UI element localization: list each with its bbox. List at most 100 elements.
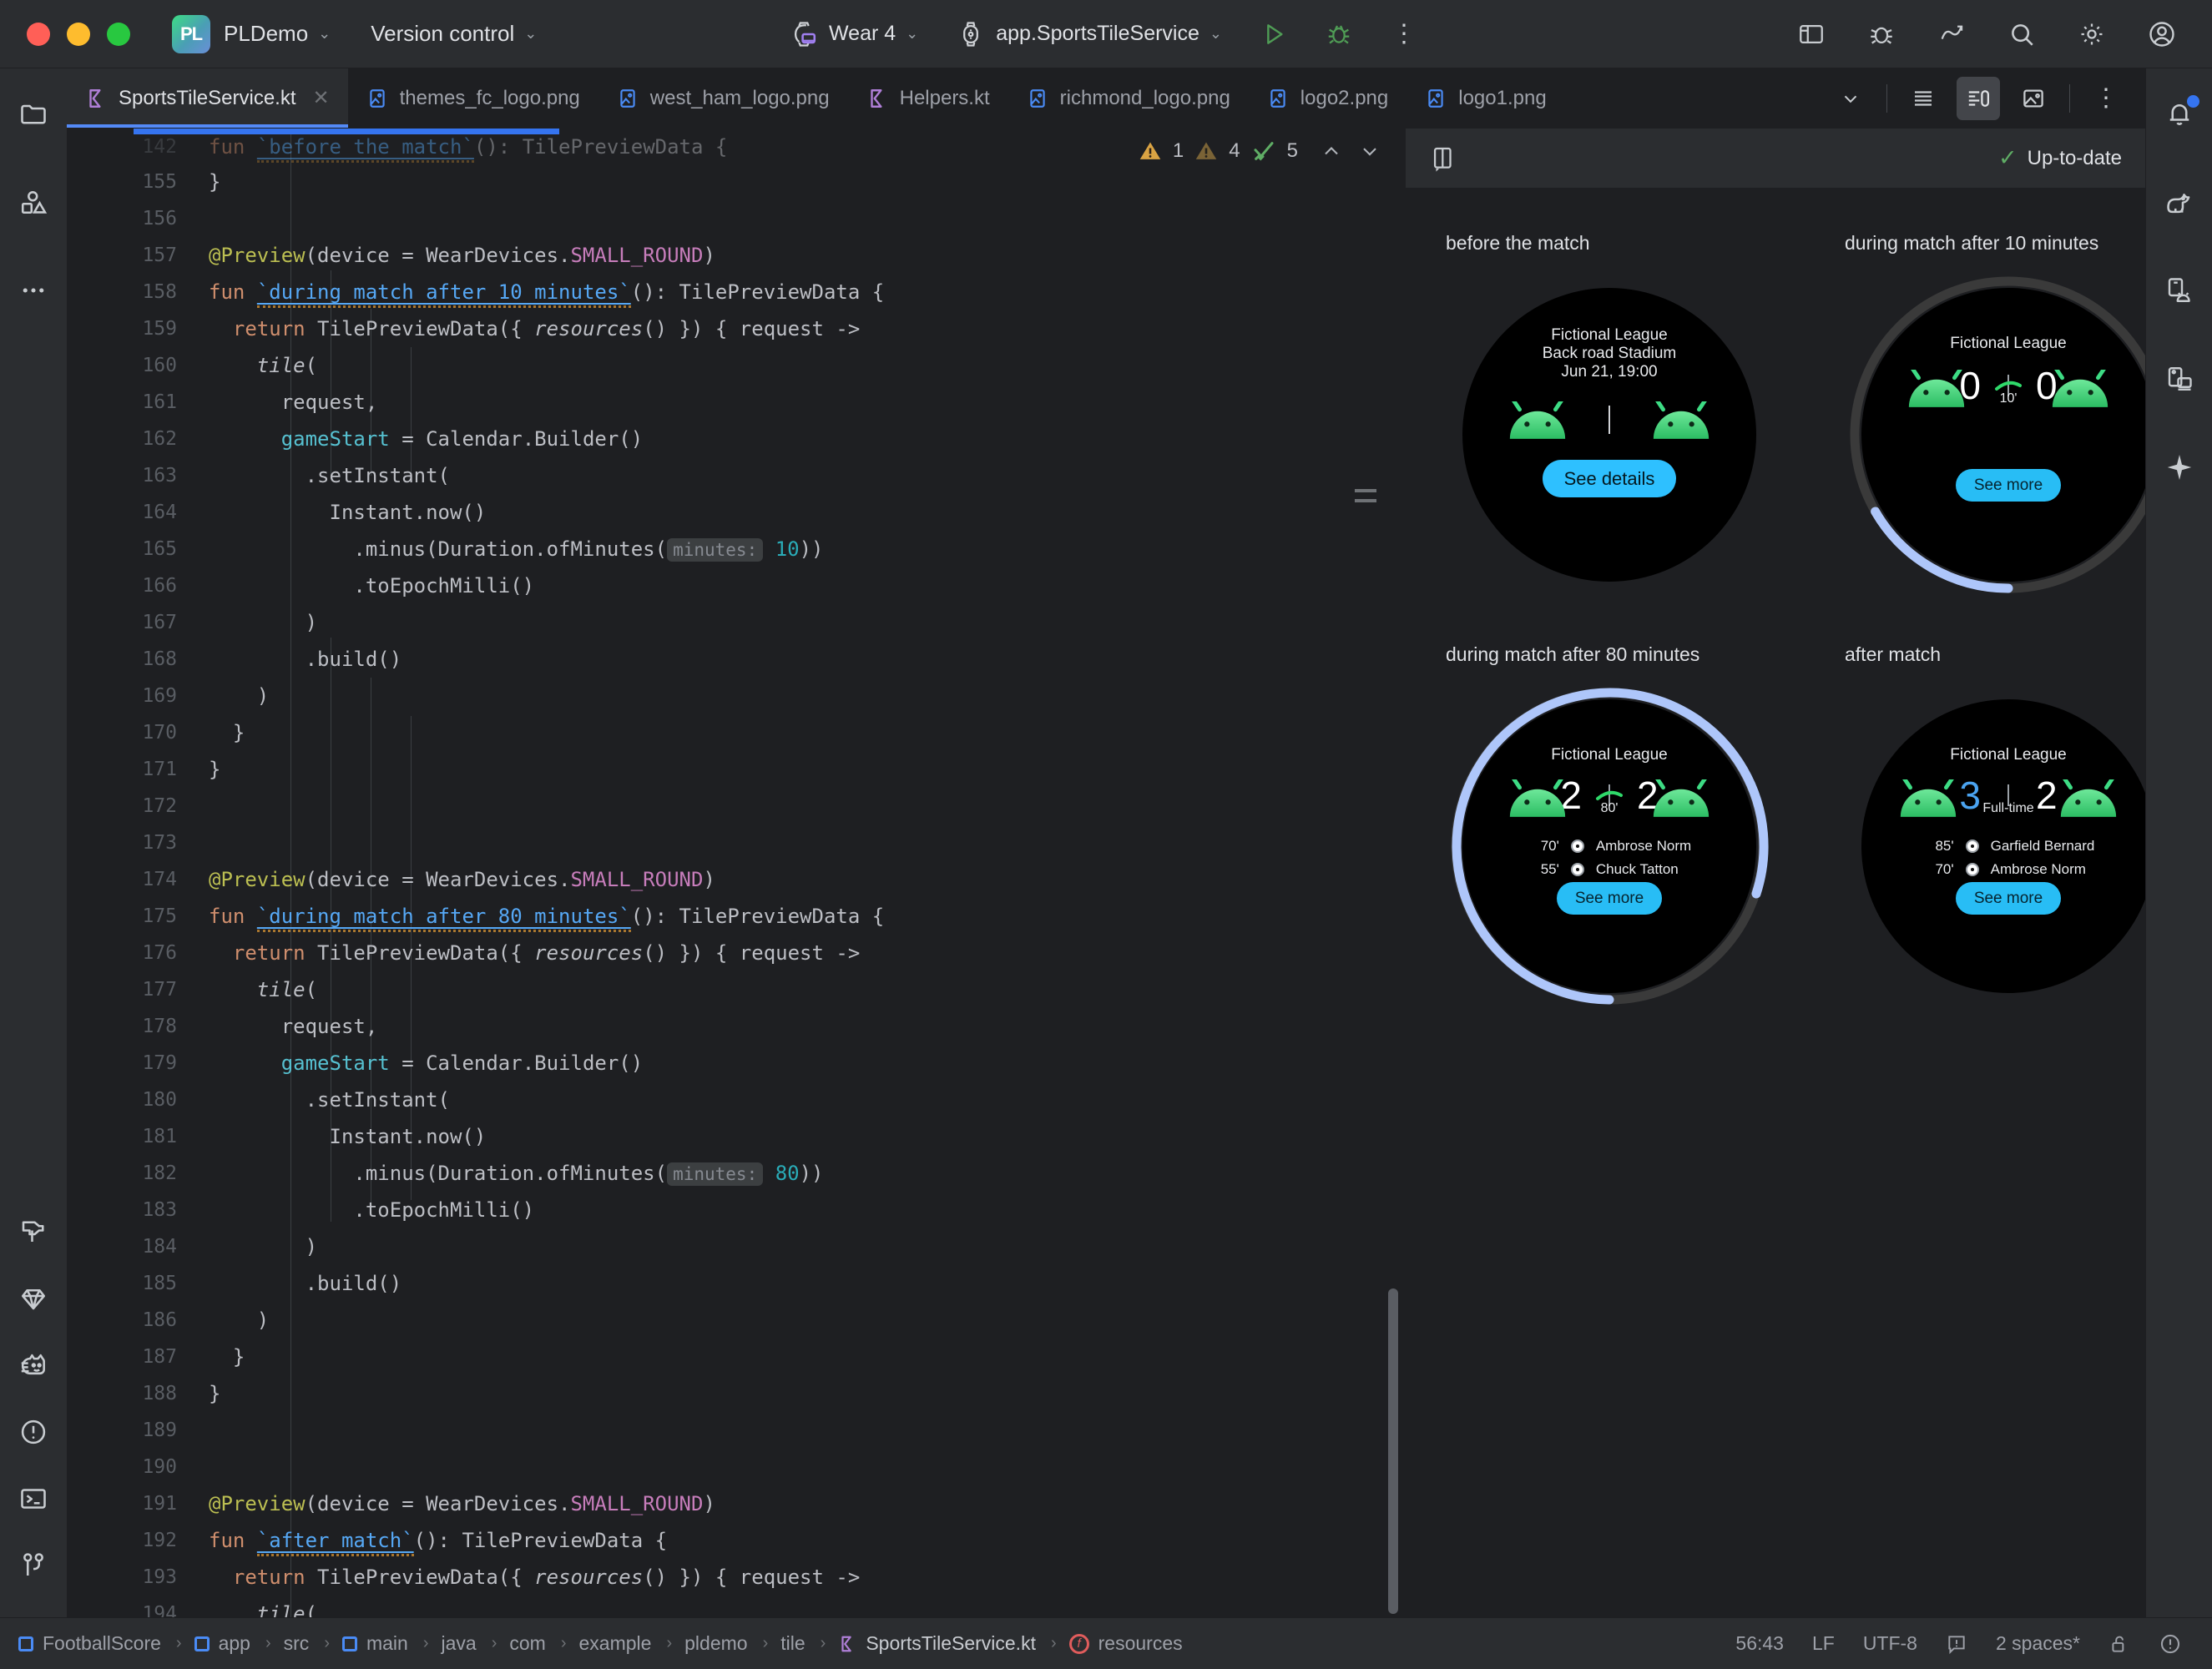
logcat-icon[interactable] — [1933, 16, 1970, 53]
code-line[interactable]: 194 tile( — [67, 1596, 1405, 1617]
gemini-icon[interactable] — [10, 1275, 57, 1322]
code-line[interactable]: 178 request, — [67, 1008, 1405, 1045]
code-text[interactable]: 142 fun `before the match`(): TilePreview… — [67, 129, 1405, 1617]
close-icon[interactable]: ✕ — [313, 86, 330, 110]
run-config-selector[interactable]: app.SportsTileService ⌄ — [957, 20, 1222, 48]
line-separator[interactable]: LF — [1812, 1632, 1835, 1655]
problems-icon[interactable] — [10, 1409, 57, 1455]
code-line[interactable]: 175 fun `during match after 80 minutes`()… — [67, 898, 1405, 935]
chevron-down-icon[interactable]: ⌄ — [906, 25, 918, 43]
breadcrumb-src[interactable]: src › — [284, 1632, 336, 1655]
run-icon[interactable] — [1255, 16, 1292, 53]
see-more-button[interactable]: See more — [1556, 882, 1663, 915]
minimize-window-button[interactable] — [67, 22, 90, 46]
code-line[interactable]: 193 return TilePreviewData({ resources()… — [67, 1559, 1405, 1596]
code-line[interactable]: 157 @Preview(device = WearDevices.SMALL_R… — [67, 237, 1405, 274]
version-control-icon[interactable] — [10, 1542, 57, 1589]
code-line[interactable]: 162 gameStart = Calendar.Builder() — [67, 421, 1405, 457]
code-editor[interactable]: 1 4 5 142 fun `before the match`(): Tile… — [67, 129, 1406, 1617]
tab-SportsTileService-kt[interactable]: SportsTileService.kt ✕ — [67, 68, 348, 128]
close-window-button[interactable] — [27, 22, 50, 46]
breadcrumb-tile[interactable]: tile › — [780, 1632, 831, 1655]
code-line[interactable]: 167 ) — [67, 604, 1405, 641]
resource-manager-icon[interactable] — [10, 179, 57, 225]
tab-Helpers-kt[interactable]: Helpers.kt — [848, 68, 1008, 128]
code-line[interactable]: 182 .minus(Duration.ofMinutes(minutes: 8… — [67, 1155, 1405, 1192]
indent-setting[interactable]: 2 spaces* — [1996, 1632, 2080, 1655]
code-line[interactable]: 191 @Preview(device = WearDevices.SMALL_R… — [67, 1485, 1405, 1522]
code-line[interactable]: 189 — [67, 1412, 1405, 1449]
code-line[interactable]: 181 Instant.now() — [67, 1118, 1405, 1155]
warning-widget-icon[interactable] — [2159, 1632, 2182, 1656]
code-line[interactable]: 192 fun `after match`(): TilePreviewData … — [67, 1522, 1405, 1559]
breadcrumb-java[interactable]: java › — [442, 1632, 503, 1655]
code-line[interactable]: 173 — [67, 824, 1405, 861]
app-quality-insights-icon[interactable] — [10, 1342, 57, 1389]
code-line[interactable]: 188} — [67, 1375, 1405, 1412]
see-more-button[interactable]: See more — [1955, 882, 2062, 915]
watch-preview[interactable]: Fictional League Back road Stadium Jun 2… — [1446, 271, 1773, 598]
terminal-icon[interactable] — [10, 1475, 57, 1522]
code-line[interactable]: 168 .build() — [67, 641, 1405, 678]
project-icon[interactable] — [10, 90, 57, 137]
code-view-icon[interactable] — [1901, 77, 1945, 120]
code-line[interactable]: 190 — [67, 1449, 1405, 1485]
code-line[interactable]: 164 Instant.now() — [67, 494, 1405, 531]
debug-icon[interactable] — [1321, 16, 1357, 53]
breadcrumb-com[interactable]: com › — [509, 1632, 572, 1655]
breadcrumb-pldemo[interactable]: pldemo › — [684, 1632, 774, 1655]
code-line[interactable]: 185 .build() — [67, 1265, 1405, 1302]
breadcrumb-FootballScore[interactable]: FootballScore › — [18, 1632, 188, 1655]
search-icon[interactable] — [2003, 16, 2040, 53]
code-line[interactable]: 187 } — [67, 1339, 1405, 1375]
code-line[interactable]: 171} — [67, 751, 1405, 788]
tab-logo1-png[interactable]: logo1.png — [1406, 68, 1564, 128]
code-line[interactable]: 180 .setInstant( — [67, 1082, 1405, 1118]
profiler-icon[interactable] — [1863, 16, 1900, 53]
gemini-sparkle-icon[interactable] — [2156, 444, 2203, 491]
window-controls[interactable] — [27, 22, 130, 46]
design-view-icon[interactable] — [2012, 77, 2055, 120]
code-line[interactable]: 172 — [67, 788, 1405, 824]
see-details-button[interactable]: See details — [1542, 460, 1677, 497]
file-encoding[interactable]: UTF-8 — [1863, 1632, 1917, 1655]
breadcrumb-resources[interactable]: f resources — [1068, 1632, 1183, 1655]
more-options-icon[interactable]: ⋮ — [2084, 77, 2128, 120]
build-icon[interactable] — [10, 1208, 57, 1255]
code-line[interactable]: 186 ) — [67, 1302, 1405, 1339]
device-selector[interactable]: Wear 4 ⌄ — [790, 20, 918, 48]
preview-layout-icon[interactable] — [1429, 144, 1457, 173]
inspection-widget[interactable]: 1 4 5 — [1138, 139, 1381, 164]
code-line[interactable]: 169 ) — [67, 678, 1405, 714]
tab-logo2-png[interactable]: logo2.png — [1249, 68, 1406, 128]
breadcrumb-app[interactable]: app › — [194, 1632, 277, 1655]
code-line[interactable]: 161 request, — [67, 384, 1405, 421]
code-line[interactable]: 184 ) — [67, 1228, 1405, 1265]
account-icon[interactable] — [2144, 16, 2180, 53]
layout-icon[interactable] — [1793, 16, 1830, 53]
maximize-window-button[interactable] — [107, 22, 130, 46]
code-line[interactable]: 160 tile( — [67, 347, 1405, 384]
version-control-menu[interactable]: Version control — [371, 21, 514, 47]
caret-position[interactable]: 56:43 — [1735, 1632, 1784, 1655]
preview-status[interactable]: ✓ Up-to-date — [1998, 145, 2122, 171]
chevron-down-icon[interactable]: ⌄ — [1210, 25, 1222, 43]
chevron-down-icon[interactable]: ⌄ — [524, 25, 537, 43]
preview-surface[interactable]: before the match Fictional League Back r… — [1406, 189, 2145, 1617]
tab-west-ham-logo-png[interactable]: west_ham_logo.png — [598, 68, 848, 128]
code-line[interactable]: 177 tile( — [67, 971, 1405, 1008]
split-view-icon[interactable] — [1957, 76, 2000, 120]
more-options-icon[interactable]: ⋮ — [1386, 16, 1422, 53]
chevron-down-icon[interactable] — [1358, 139, 1381, 163]
code-line[interactable]: 156 — [67, 200, 1405, 237]
code-line[interactable]: 179 gameStart = Calendar.Builder() — [67, 1045, 1405, 1082]
code-line[interactable]: 159 return TilePreviewData({ resources()… — [67, 310, 1405, 347]
chevron-up-icon[interactable] — [1320, 139, 1343, 163]
code-line[interactable]: 170 } — [67, 714, 1405, 751]
breadcrumb-main[interactable]: main › — [341, 1632, 435, 1655]
watch-preview[interactable]: Fictional League 3 2 Full-time 85' Garfi… — [1845, 683, 2145, 1010]
chevron-down-icon[interactable] — [1829, 77, 1872, 120]
code-line[interactable]: 158 fun `during match after 10 minutes`()… — [67, 274, 1405, 310]
code-line[interactable]: 174 @Preview(device = WearDevices.SMALL_R… — [67, 861, 1405, 898]
code-line[interactable]: 155} — [67, 164, 1405, 200]
